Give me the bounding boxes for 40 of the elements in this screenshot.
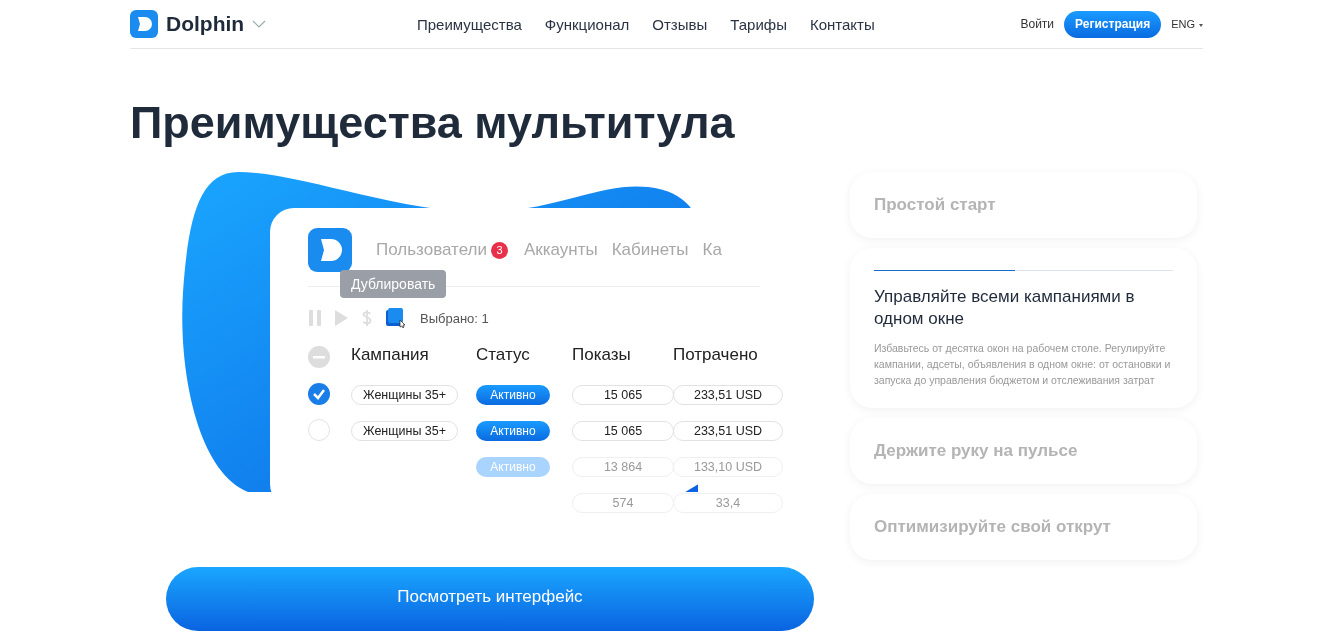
tooltip: Дублировать [340, 270, 447, 298]
language-selector[interactable]: ENG [1171, 18, 1203, 30]
status-badge: Активно [476, 420, 550, 441]
caret-icon [1199, 23, 1203, 27]
pause-icon [308, 310, 322, 326]
column-header: Показы [572, 345, 632, 365]
minus-circle-icon [308, 346, 330, 368]
feature-title: Простой старт [874, 195, 996, 215]
dollar-icon [360, 310, 374, 326]
page-heading: Преимущества мультитула [130, 97, 736, 149]
logo-icon [308, 228, 352, 272]
tab-label: Аккаунты [523, 240, 598, 260]
view-interface-button[interactable]: Посмотреть интерфейс [166, 567, 814, 631]
status-badge: Активно [476, 384, 550, 405]
column-header: Кампания [351, 345, 430, 365]
logo-icon [130, 10, 158, 38]
feature-title: Управляйте всеми кампаниями в одном окне [874, 286, 1136, 330]
nav-link[interactable]: Функционал [544, 15, 630, 33]
column-header: Потрачено [673, 345, 759, 365]
tab-label: Ка [702, 240, 722, 260]
login-link[interactable]: Войти [1020, 17, 1055, 31]
nav-link[interactable]: Преимущества [417, 15, 522, 33]
selected-count: Выбрано: 1 [420, 310, 489, 326]
column-header: Статус [476, 345, 531, 365]
brand-name[interactable]: Dolphin [166, 12, 245, 36]
status-badge: Активно [476, 456, 550, 477]
play-icon [334, 310, 348, 326]
feature-card[interactable] [850, 248, 1197, 408]
nav-link[interactable]: Тарифы [730, 15, 787, 33]
chevron-down-icon[interactable] [252, 20, 267, 28]
feature-title: Оптимизируйте свой открут [874, 517, 1111, 537]
duplicate-icon [386, 307, 408, 329]
nav-link[interactable]: Отзывы [652, 15, 708, 33]
nav-link[interactable]: Контакты [809, 15, 875, 33]
register-button[interactable]: Регистрация [1064, 10, 1162, 38]
feature-description: Избавьтесь от десятка окон на рабочем столе. Регулируйте кампании, адсеты, объявления в одном окне: от остановки и запуска до управления бюджетом и отслеживания затрат [874, 341, 1172, 388]
tab-label: Кабинеты [611, 240, 689, 260]
tab-label: Пользователи [376, 240, 487, 260]
count-badge: 3 [490, 241, 508, 259]
feature-title: Держите руку на пульсе [874, 441, 1078, 461]
